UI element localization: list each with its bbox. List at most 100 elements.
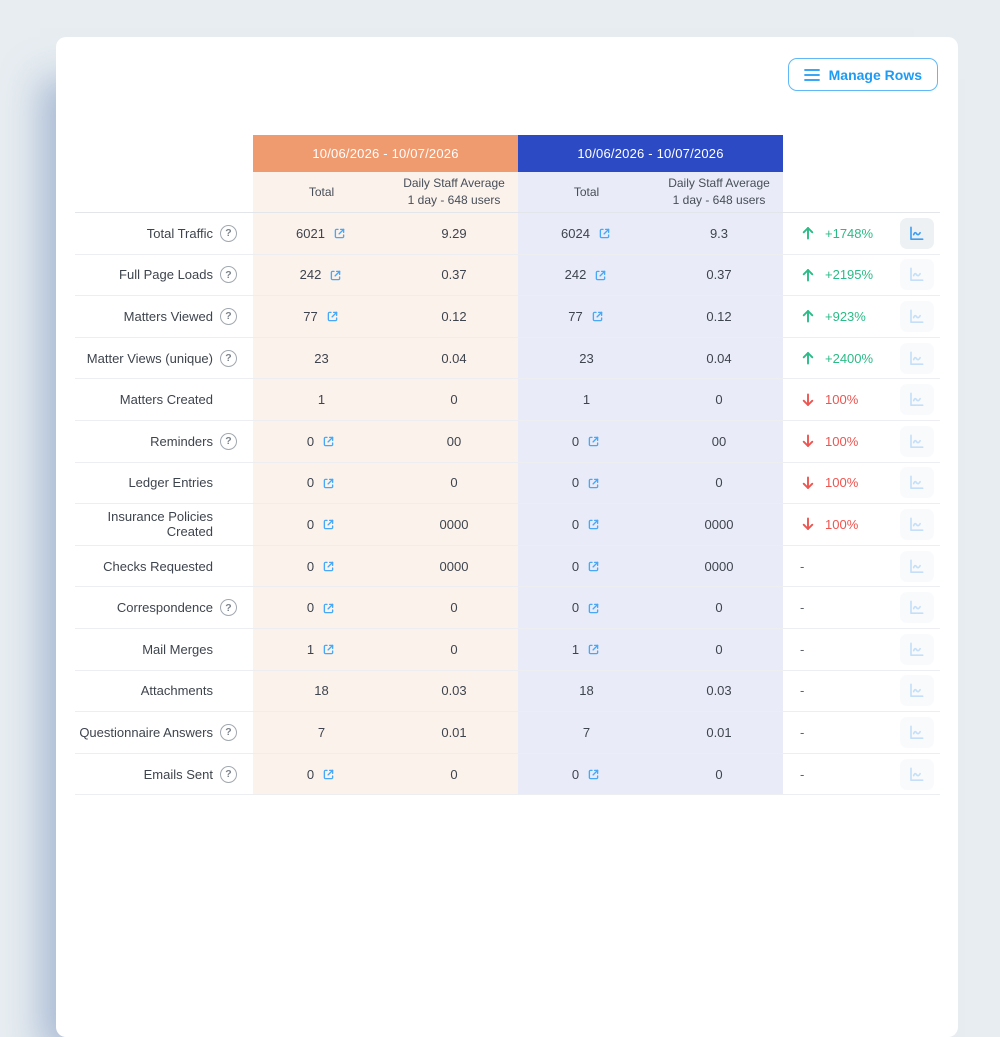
external-link-icon[interactable] bbox=[586, 517, 601, 532]
external-link-icon[interactable] bbox=[321, 642, 336, 657]
external-link-icon[interactable] bbox=[332, 226, 347, 241]
table-row: Checks Requested ? 0 0000 0 bbox=[75, 546, 940, 588]
chart-button[interactable] bbox=[900, 218, 934, 249]
arrow-down-icon bbox=[800, 516, 816, 532]
period2-avg-value: 0 bbox=[715, 392, 722, 407]
column-header-total-period2: Total bbox=[518, 172, 655, 213]
trend-percentage: +2400% bbox=[825, 351, 873, 366]
period2-avg-value: 0 bbox=[715, 767, 722, 782]
line-chart-icon bbox=[907, 432, 926, 451]
period2-avg-value: 0 bbox=[715, 642, 722, 657]
arrow-down-icon bbox=[800, 433, 816, 449]
line-chart-icon bbox=[907, 224, 926, 243]
row-label: Correspondence bbox=[117, 600, 213, 615]
table-row: Matters Viewed ? 77 0.12 77 bbox=[75, 296, 940, 338]
manage-rows-label: Manage Rows bbox=[829, 67, 922, 83]
manage-rows-button[interactable]: Manage Rows bbox=[788, 58, 938, 91]
external-link-icon[interactable] bbox=[321, 517, 336, 532]
table-row: Emails Sent ? 0 0 0 bbox=[75, 754, 940, 796]
period1-avg-value: 0.01 bbox=[441, 725, 466, 740]
period1-avg-value: 0 bbox=[450, 600, 457, 615]
external-link-icon[interactable] bbox=[325, 309, 340, 324]
external-link-icon[interactable] bbox=[593, 268, 608, 283]
row-label: Ledger Entries bbox=[128, 475, 213, 490]
line-chart-icon bbox=[907, 557, 926, 576]
external-link-icon[interactable] bbox=[586, 767, 601, 782]
help-icon[interactable]: ? bbox=[220, 724, 237, 741]
chart-button[interactable] bbox=[900, 426, 934, 457]
trend-percentage: 100% bbox=[825, 517, 858, 532]
external-link-icon[interactable] bbox=[321, 601, 336, 616]
external-link-icon[interactable] bbox=[328, 268, 343, 283]
line-chart-icon bbox=[907, 765, 926, 784]
help-icon[interactable]: ? bbox=[220, 266, 237, 283]
period2-total-value: 0 bbox=[572, 559, 579, 574]
period2-avg-value: 0 bbox=[715, 600, 722, 615]
table-row: Questionnaire Answers ? 7 0.01 7 bbox=[75, 712, 940, 754]
chart-button[interactable] bbox=[900, 259, 934, 290]
hamburger-icon bbox=[804, 68, 820, 82]
period2-total-value: 1 bbox=[572, 642, 579, 657]
external-link-icon[interactable] bbox=[586, 601, 601, 616]
external-link-icon[interactable] bbox=[586, 559, 601, 574]
external-link-icon[interactable] bbox=[321, 476, 336, 491]
external-link-icon[interactable] bbox=[586, 434, 601, 449]
period1-total-value: 77 bbox=[303, 309, 317, 324]
line-chart-icon bbox=[907, 681, 926, 700]
help-icon[interactable]: ? bbox=[220, 225, 237, 242]
chart-button[interactable] bbox=[900, 467, 934, 498]
row-label: Matter Views (unique) bbox=[87, 351, 213, 366]
chart-button[interactable] bbox=[900, 301, 934, 332]
arrow-up-icon bbox=[800, 350, 816, 366]
table-subheader: Total Daily Staff Average1 day - 648 use… bbox=[75, 172, 940, 213]
chart-button[interactable] bbox=[900, 717, 934, 748]
external-link-icon[interactable] bbox=[590, 309, 605, 324]
help-icon[interactable]: ? bbox=[220, 350, 237, 367]
trend-percentage: - bbox=[800, 767, 804, 782]
period2-total-value: 0 bbox=[572, 600, 579, 615]
period1-total-value: 0 bbox=[307, 517, 314, 532]
period1-avg-value: 00 bbox=[447, 434, 461, 449]
table-row: Reminders ? 0 00 0 bbox=[75, 421, 940, 463]
row-label: Total Traffic bbox=[147, 226, 213, 241]
help-icon[interactable]: ? bbox=[220, 766, 237, 783]
external-link-icon[interactable] bbox=[597, 226, 612, 241]
chart-button[interactable] bbox=[900, 634, 934, 665]
chart-button[interactable] bbox=[900, 343, 934, 374]
chart-button[interactable] bbox=[900, 592, 934, 623]
line-chart-icon bbox=[907, 349, 926, 368]
arrow-up-icon bbox=[800, 308, 816, 324]
external-link-icon[interactable] bbox=[321, 559, 336, 574]
external-link-icon[interactable] bbox=[321, 434, 336, 449]
row-label: Matters Created bbox=[120, 392, 213, 407]
chart-button[interactable] bbox=[900, 509, 934, 540]
trend-percentage: - bbox=[800, 642, 804, 657]
period1-avg-value: 0.04 bbox=[441, 351, 466, 366]
period1-avg-value: 0 bbox=[450, 392, 457, 407]
help-icon[interactable]: ? bbox=[220, 599, 237, 616]
help-icon[interactable]: ? bbox=[220, 433, 237, 450]
period2-total-value: 1 bbox=[583, 392, 590, 407]
period1-total-value: 23 bbox=[314, 351, 328, 366]
table-row: Total Traffic ? 6021 9.29 6024 bbox=[75, 213, 940, 255]
chart-button[interactable] bbox=[900, 759, 934, 790]
chart-button[interactable] bbox=[900, 551, 934, 582]
help-icon[interactable]: ? bbox=[220, 308, 237, 325]
external-link-icon[interactable] bbox=[586, 476, 601, 491]
chart-button[interactable] bbox=[900, 384, 934, 415]
period1-total-value: 0 bbox=[307, 767, 314, 782]
period1-total-value: 0 bbox=[307, 600, 314, 615]
line-chart-icon bbox=[907, 723, 926, 742]
external-link-icon[interactable] bbox=[321, 767, 336, 782]
table-row: Correspondence ? 0 0 0 bbox=[75, 587, 940, 629]
external-link-icon[interactable] bbox=[586, 642, 601, 657]
chart-button[interactable] bbox=[900, 675, 934, 706]
table-row: Matters Created ? 1 0 1 bbox=[75, 379, 940, 421]
period2-avg-value: 0.04 bbox=[706, 351, 731, 366]
period1-total-value: 18 bbox=[314, 683, 328, 698]
trend-percentage: 100% bbox=[825, 392, 858, 407]
trend-percentage: +1748% bbox=[825, 226, 873, 241]
table-row: Matter Views (unique) ? 23 0.04 23 bbox=[75, 338, 940, 380]
period1-avg-value: 9.29 bbox=[441, 226, 466, 241]
period2-avg-value: 0.03 bbox=[706, 683, 731, 698]
